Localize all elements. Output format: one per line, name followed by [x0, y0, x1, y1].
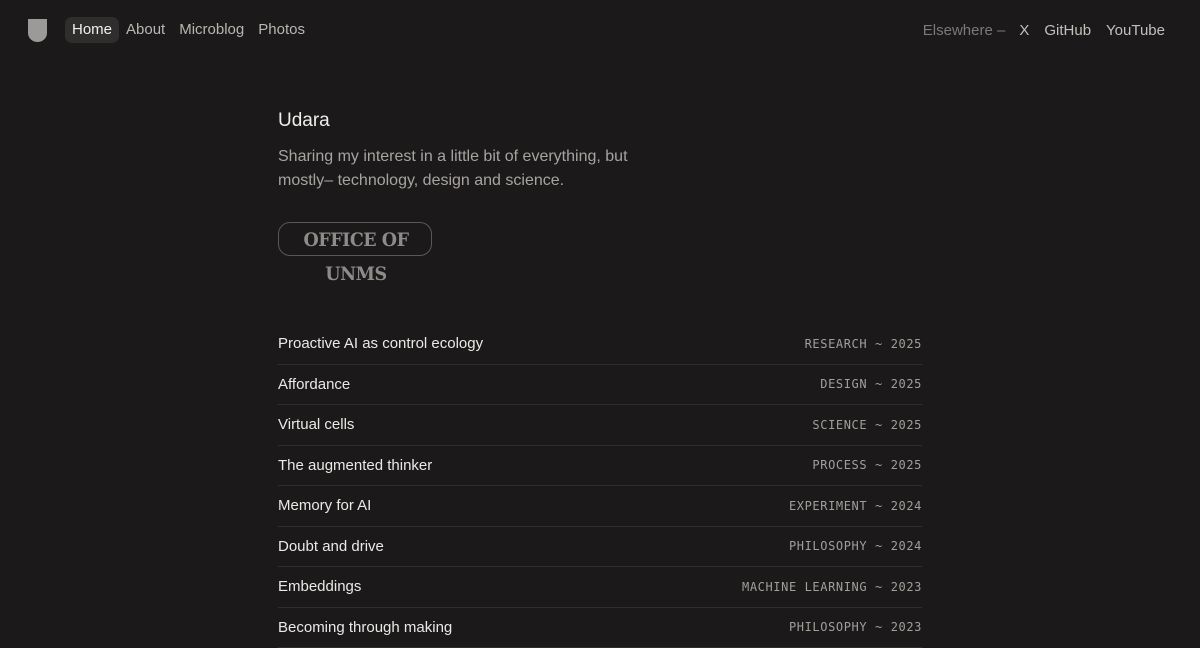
post-year: 2025	[891, 458, 922, 472]
elsewhere-label: Elsewhere –	[923, 22, 1006, 40]
elsewhere-links: Elsewhere – X GitHub YouTube	[923, 22, 1165, 40]
office-badge[interactable]: OFFICE OF UNMS	[278, 222, 432, 256]
nav-photos[interactable]: Photos	[251, 17, 312, 43]
link-youtube[interactable]: YouTube	[1106, 22, 1165, 40]
post-title: Virtual cells	[278, 416, 354, 433]
post-row[interactable]: Becoming through making PHILOSOPHY ~ 202…	[278, 608, 922, 648]
post-category: PHILOSOPHY	[789, 539, 867, 553]
post-list: Proactive AI as control ecology RESEARCH…	[278, 324, 922, 648]
post-year: 2025	[891, 377, 922, 391]
post-row[interactable]: Doubt and drive PHILOSOPHY ~ 2024	[278, 527, 922, 568]
post-title: Becoming through making	[278, 619, 452, 636]
post-year: 2025	[891, 418, 922, 432]
post-meta: DESIGN ~ 2025	[820, 377, 922, 391]
post-meta: PROCESS ~ 2025	[812, 458, 922, 472]
post-category: PHILOSOPHY	[789, 620, 867, 634]
post-meta: SCIENCE ~ 2025	[812, 418, 922, 432]
post-title: Affordance	[278, 376, 350, 393]
post-category: DESIGN	[820, 377, 867, 391]
main-content: Udara Sharing my interest in a little bi…	[278, 108, 922, 648]
post-meta: MACHINE LEARNING ~ 2023	[742, 580, 922, 594]
post-row[interactable]: Virtual cells SCIENCE ~ 2025	[278, 405, 922, 446]
post-category: RESEARCH	[805, 337, 868, 351]
post-category: EXPERIMENT	[789, 499, 867, 513]
top-bar: Home About Microblog Photos Elsewhere – …	[0, 0, 1200, 62]
post-row[interactable]: Affordance DESIGN ~ 2025	[278, 365, 922, 406]
post-year: 2023	[891, 580, 922, 594]
post-title: Proactive AI as control ecology	[278, 335, 483, 352]
main-nav: Home About Microblog Photos	[65, 17, 312, 43]
post-title: Doubt and drive	[278, 538, 384, 555]
post-meta: PHILOSOPHY ~ 2024	[789, 539, 922, 553]
post-meta: RESEARCH ~ 2025	[805, 337, 922, 351]
post-meta: EXPERIMENT ~ 2024	[789, 499, 922, 513]
author-tagline: Sharing my interest in a little bit of e…	[278, 145, 678, 193]
post-meta: PHILOSOPHY ~ 2023	[789, 620, 922, 634]
post-row[interactable]: The augmented thinker PROCESS ~ 2025	[278, 446, 922, 487]
post-title: The augmented thinker	[278, 457, 432, 474]
post-category: PROCESS	[812, 458, 867, 472]
post-year: 2025	[891, 337, 922, 351]
post-title: Embeddings	[278, 578, 361, 595]
nav-about[interactable]: About	[119, 17, 172, 43]
post-category: SCIENCE	[812, 418, 867, 432]
post-title: Memory for AI	[278, 497, 371, 514]
post-year: 2023	[891, 620, 922, 634]
shield-logo-icon[interactable]	[28, 19, 47, 42]
post-year: 2024	[891, 539, 922, 553]
post-year: 2024	[891, 499, 922, 513]
post-row[interactable]: Embeddings MACHINE LEARNING ~ 2023	[278, 567, 922, 608]
post-row[interactable]: Proactive AI as control ecology RESEARCH…	[278, 324, 922, 365]
post-row[interactable]: Memory for AI EXPERIMENT ~ 2024	[278, 486, 922, 527]
nav-home[interactable]: Home	[65, 17, 119, 43]
nav-microblog[interactable]: Microblog	[172, 17, 251, 43]
author-name: Udara	[278, 108, 922, 134]
badge-label: OFFICE OF UNMS	[285, 223, 427, 257]
link-x[interactable]: X	[1019, 22, 1029, 40]
link-github[interactable]: GitHub	[1044, 22, 1091, 40]
post-category: MACHINE LEARNING	[742, 580, 867, 594]
